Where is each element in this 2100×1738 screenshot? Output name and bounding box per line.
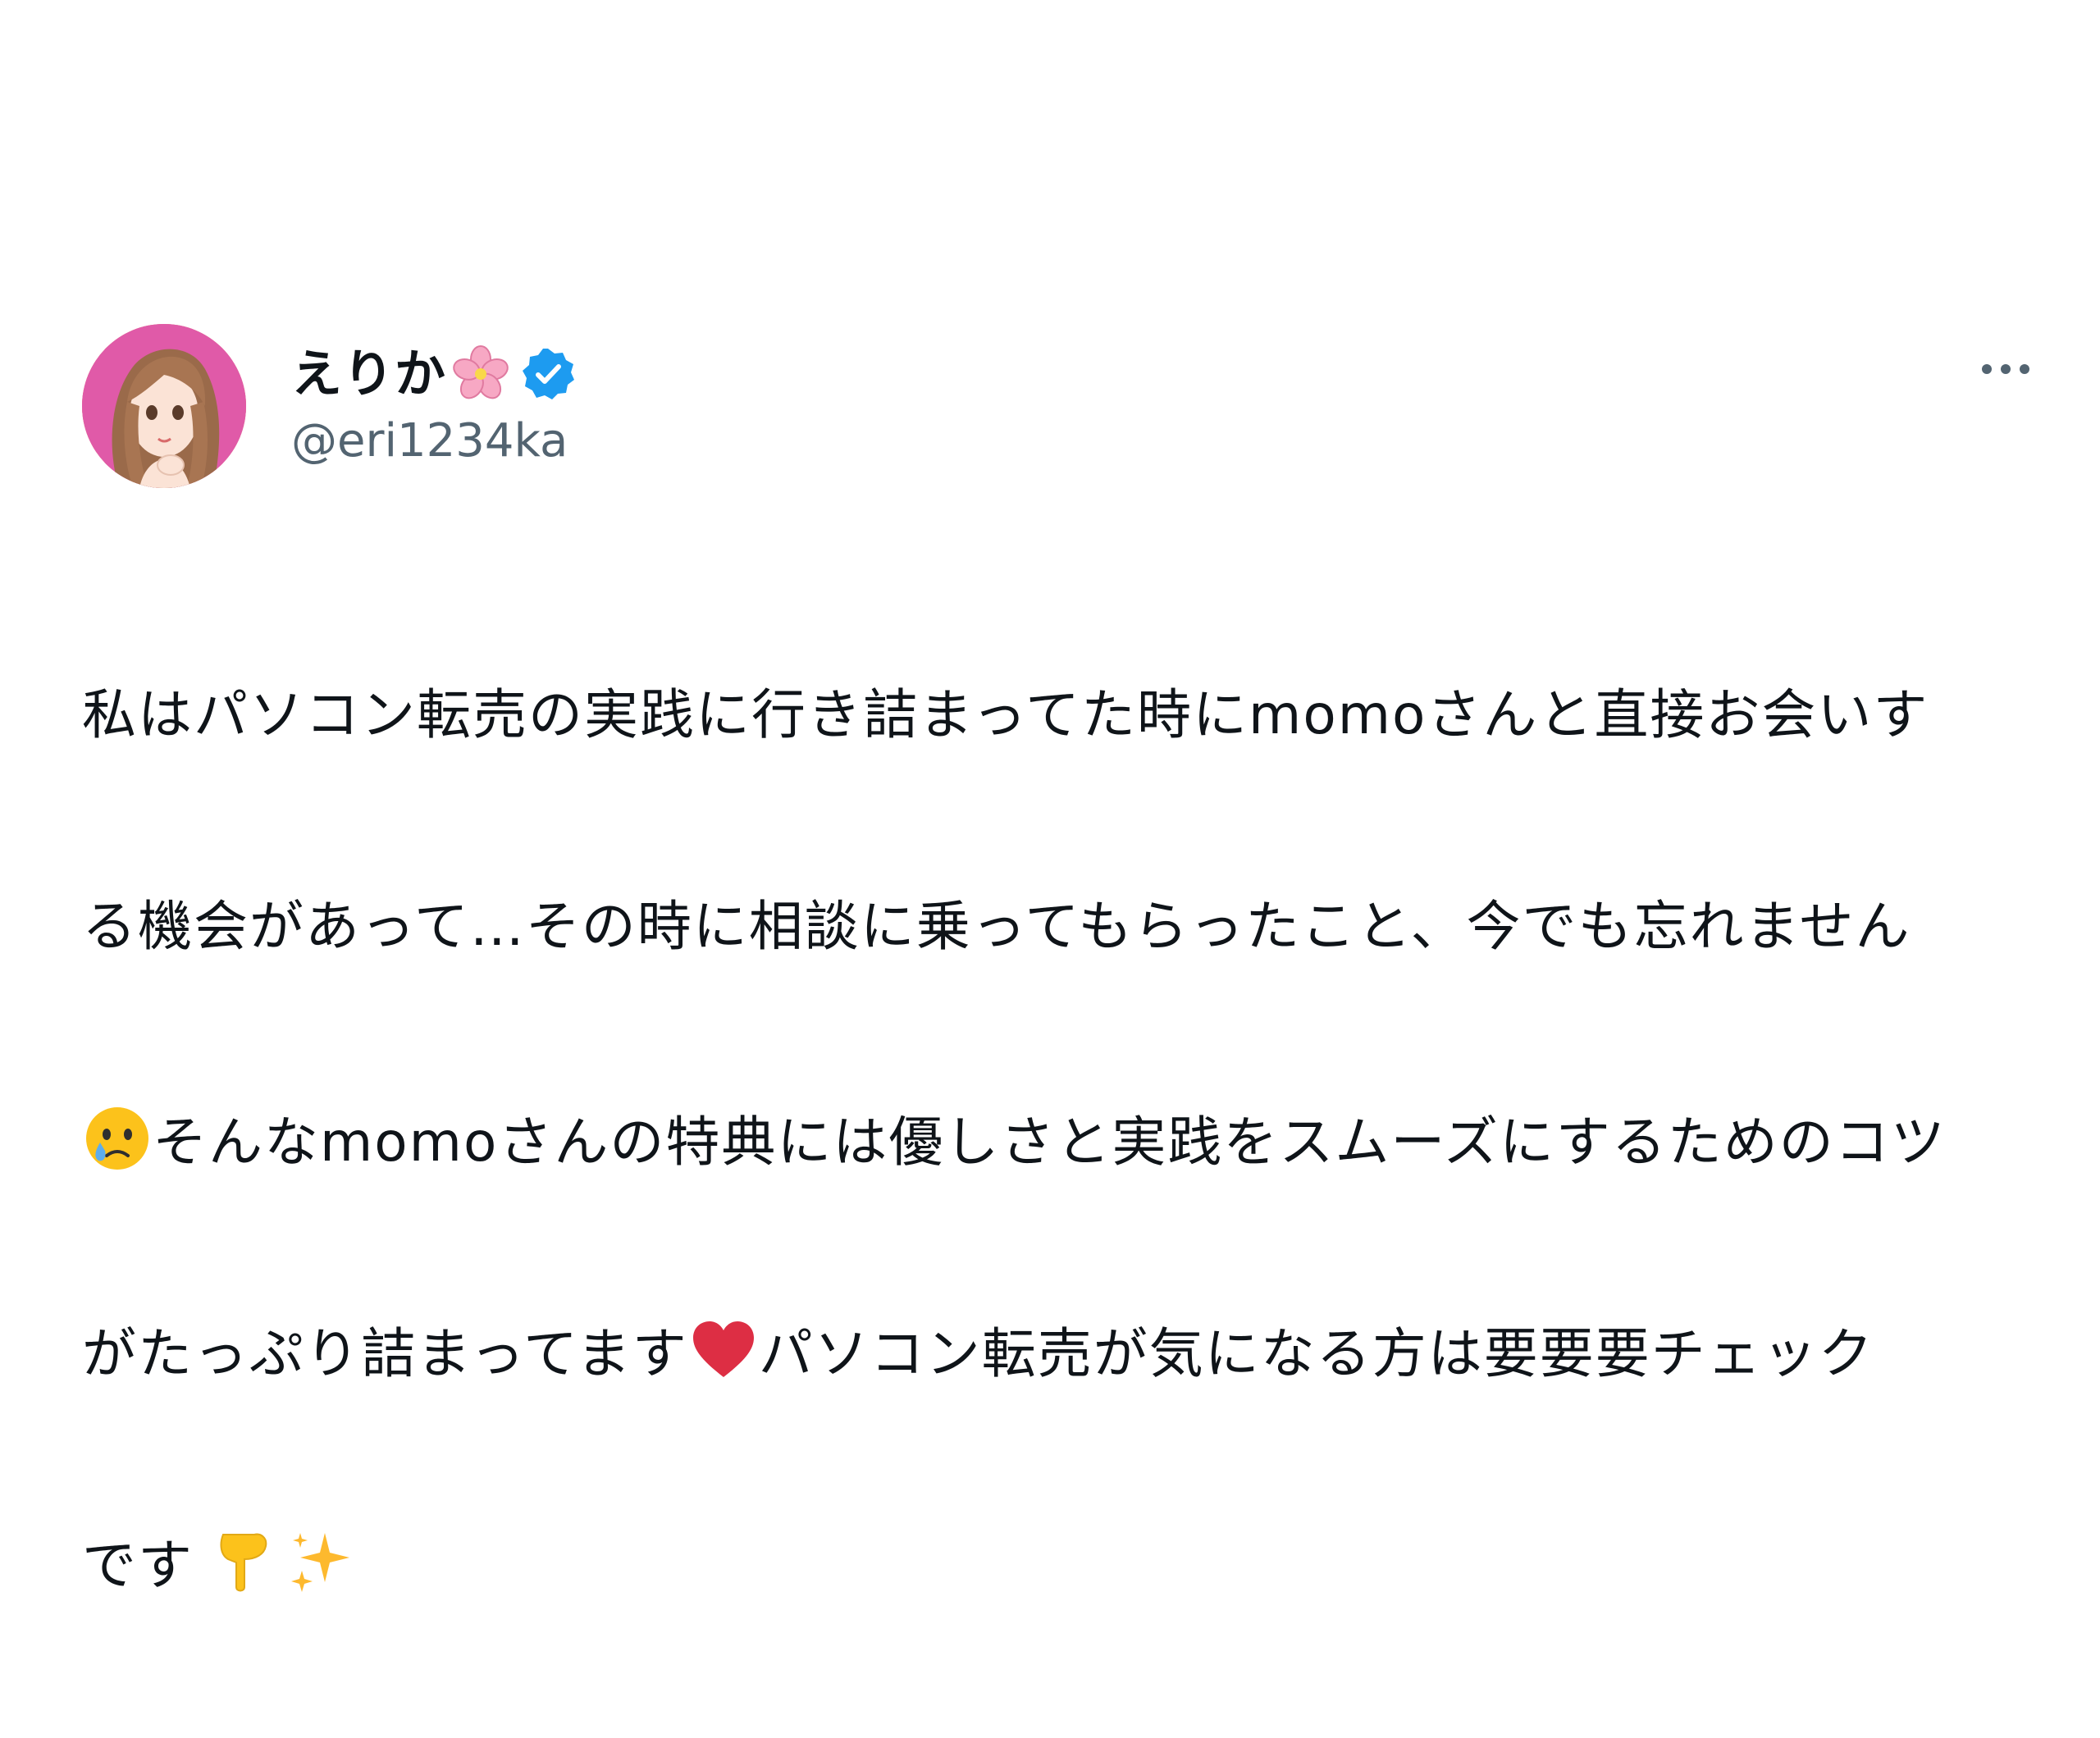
cherry-blossom-icon: [450, 343, 512, 405]
more-options-icon[interactable]: [1977, 357, 2034, 381]
tweet-line-1-text: 私はパソコン転売の実践に行き詰まってた時にmomoさんと直接お会いす: [82, 683, 1929, 746]
avatar[interactable]: [82, 324, 246, 488]
name-row: えりか: [291, 340, 576, 408]
tweet-line-2-text: る機会があって…その時に相談に乗ってもらったこと、今でも忘れません: [82, 895, 1911, 958]
pointing-down-icon: [208, 1526, 279, 1597]
sparkles-icon: [285, 1526, 356, 1597]
tweet: えりか @eri1234ka 私はパソコン転売の実践に行き詰まってた時にmomo…: [82, 324, 2034, 1738]
tweet-line-3: そんなmomoさんの特典には優しさと実践をスムーズにするためのコツ: [82, 1103, 2034, 1174]
tweet-line-5-text: です: [82, 1534, 194, 1597]
crying-face-icon: [82, 1103, 153, 1174]
user-info: えりか @eri1234ka: [291, 340, 576, 470]
display-name[interactable]: えりか: [291, 340, 446, 408]
tweet-header: えりか @eri1234ka: [82, 324, 2034, 492]
tweet-text: 私はパソコン転売の実践に行き詰まってた時にmomoさんと直接お会いす る機会があ…: [82, 539, 2034, 1738]
verified-badge-icon: [520, 346, 576, 402]
tweet-line-4: がたっぷり詰まってます パソコン転売が気になる方は要要要チェック: [82, 1315, 2034, 1385]
user-handle[interactable]: @eri1234ka: [291, 413, 576, 470]
tweet-line-1: 私はパソコン転売の実践に行き詰まってた時にmomoさんと直接お会いす: [82, 680, 2034, 750]
tweet-line-5: です: [82, 1526, 2034, 1597]
tweet-line-3-text: そんなmomoさんの特典には優しさと実践をスムーズにするためのコツ: [153, 1111, 1947, 1174]
tweet-line-4-text-a: がたっぷり詰まってます: [82, 1322, 688, 1385]
tweet-line-4-text-b: パソコン転売が気になる方は要要要チェック: [758, 1322, 1874, 1385]
red-heart-icon: [688, 1315, 759, 1385]
tweet-line-2: る機会があって…その時に相談に乗ってもらったこと、今でも忘れません: [82, 892, 2034, 962]
